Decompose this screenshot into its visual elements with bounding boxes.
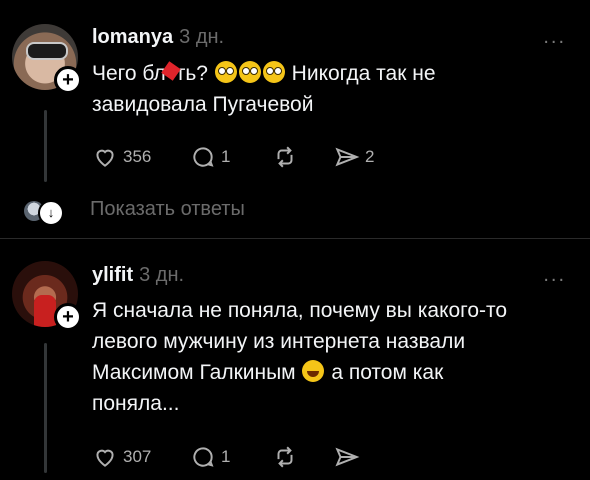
post-header: ylifit 3 дн. <box>92 264 184 287</box>
post-text-line-4: поняла... <box>92 392 180 415</box>
share-count: 2 <box>365 147 375 166</box>
share-button[interactable]: 2 <box>334 143 374 171</box>
follow-plus-icon[interactable]: + <box>54 303 82 331</box>
username[interactable]: lomanya <box>92 26 173 48</box>
goggles-graphic <box>26 42 68 60</box>
like-count: 307 <box>123 447 152 466</box>
laughing-emoji-icon <box>302 360 325 382</box>
post-1: + lomanya 3 дн. ... Чего бл ть? Никогда та… <box>0 0 590 238</box>
thread-line <box>44 343 47 473</box>
post-text: Чего бл ть? Никогда так не завидовала Пуг… <box>92 58 562 120</box>
post-text-line-2: завидовала Пугачевой <box>92 93 314 116</box>
avatar-lomanya[interactable]: + <box>12 24 82 94</box>
comment-icon <box>193 447 214 467</box>
repost-button[interactable] <box>272 143 298 171</box>
post-text-line-3: Максимом Галкиным а потом как <box>92 360 444 384</box>
reply-avatars: ↓ <box>24 200 68 226</box>
like-button[interactable]: 356 <box>92 143 151 171</box>
show-replies-label: Показать ответы <box>90 198 245 220</box>
post-text-line-1: Чего бл ть? Никогда так не <box>92 61 436 85</box>
post-text-line-1: Я сначала не поняла, почему вы какого-то <box>92 299 508 322</box>
username[interactable]: ylifit <box>92 264 133 286</box>
like-button[interactable]: 307 <box>92 443 151 471</box>
more-options-icon[interactable]: ... <box>543 264 566 287</box>
repost-icon <box>277 446 293 468</box>
thread-line <box>44 110 47 182</box>
send-icon <box>335 147 360 167</box>
comment-button[interactable]: 1 <box>190 443 230 471</box>
post-header: lomanya 3 дн. <box>92 26 224 49</box>
repost-icon <box>277 146 293 168</box>
flushed-emoji-icon <box>238 61 261 83</box>
post-text-line-2: левого мужчину из интернета назвали <box>92 330 466 353</box>
send-icon <box>335 447 360 467</box>
like-count: 356 <box>123 147 152 166</box>
share-button[interactable] <box>334 443 360 471</box>
comment-count: 1 <box>221 147 231 166</box>
timestamp: 3 дн. <box>179 26 225 48</box>
comment-icon <box>193 147 214 167</box>
avatar-ylifit[interactable]: + <box>12 261 82 331</box>
timestamp: 3 дн. <box>139 264 185 286</box>
comment-button[interactable]: 1 <box>190 143 230 171</box>
heart-icon <box>96 149 114 167</box>
repost-button[interactable] <box>272 443 298 471</box>
flushed-emoji-icon <box>214 61 237 83</box>
arrow-down-icon: ↓ <box>38 200 64 226</box>
follow-plus-icon[interactable]: + <box>54 66 82 94</box>
comment-count: 1 <box>221 447 231 466</box>
post-text: Я сначала не поняла, почему вы какого-то… <box>92 295 562 419</box>
heart-icon <box>96 449 114 467</box>
flushed-emoji-icon <box>262 61 285 83</box>
more-options-icon[interactable]: ... <box>543 26 566 49</box>
red-dress-graphic <box>34 295 56 327</box>
post-2: + ylifit 3 дн. ... Я сначала не поняла, п… <box>0 239 590 480</box>
